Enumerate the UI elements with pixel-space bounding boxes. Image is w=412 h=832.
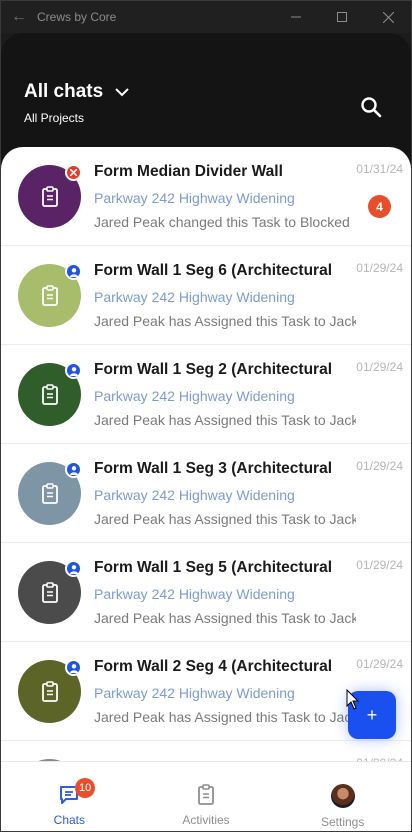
assigned-user-icon xyxy=(65,362,82,379)
clipboard-icon xyxy=(41,581,58,603)
last-message: Jared Peak has Assigned this Task to Jac… xyxy=(94,412,356,428)
assigned-user-icon xyxy=(65,560,82,577)
mouse-cursor-icon xyxy=(346,689,360,710)
chat-title: Form Wall 1 Seg 2 (Architectural xyxy=(94,361,333,378)
chevron-down-icon xyxy=(115,87,129,96)
chat-list-item[interactable]: Form Wall 1 Seg 5 (Architectural Parkway … xyxy=(1,543,411,642)
chat-title: Form Wall 2 Seg 4 (Architectural xyxy=(94,658,333,675)
last-message: Jared Peak has Assigned this Task to Jac… xyxy=(94,511,356,527)
task-avatar xyxy=(18,659,82,723)
chat-title: Form Median Divider Wall xyxy=(94,163,283,180)
chat-date: 01/29/24 xyxy=(356,657,403,671)
tab-activities-label: Activities xyxy=(182,813,230,827)
blocked-status-icon xyxy=(65,164,82,181)
clipboard-icon xyxy=(195,784,217,806)
chat-title: Form Wall 1 Seg 6 (Architectural xyxy=(94,262,333,279)
chat-date: 01/29/24 xyxy=(356,558,403,572)
tab-chats-label: Chats xyxy=(53,813,86,827)
chat-list: Form Median Divider Wall Parkway 242 High… xyxy=(1,147,411,761)
bottom-nav: 10 Chats Activities Settings xyxy=(1,761,411,831)
last-message: Jared Peak has Assigned this Task to Jac… xyxy=(94,313,356,329)
clipboard-icon xyxy=(41,185,58,207)
clipboard-icon xyxy=(41,284,58,306)
chat-list-item[interactable]: Form Wall 1 Seg 2 (Architectural Parkway … xyxy=(1,345,411,444)
last-message: Jared Peak has Assigned this Task to Jac… xyxy=(94,610,356,626)
clipboard-icon xyxy=(41,383,58,405)
chat-date: 01/29/24 xyxy=(356,459,403,473)
project-link[interactable]: Parkway 242 Highway Widening xyxy=(94,190,295,206)
maximize-icon xyxy=(337,12,347,22)
tab-settings[interactable]: Settings xyxy=(274,762,411,831)
project-filter-dropdown[interactable]: All chats xyxy=(24,81,129,103)
tab-chats[interactable]: 10 Chats xyxy=(1,762,138,831)
chat-date: 01/31/24 xyxy=(356,162,403,176)
task-avatar xyxy=(18,362,82,426)
task-avatar xyxy=(18,461,82,525)
project-link[interactable]: Parkway 242 Highway Widening xyxy=(94,586,295,602)
assigned-user-icon xyxy=(65,263,82,280)
title-bar: ← Crews by Core xyxy=(1,1,411,33)
project-link[interactable]: Parkway 242 Highway Widening xyxy=(94,289,295,305)
chat-list-item[interactable]: 01/29/24 xyxy=(1,741,411,761)
assigned-user-icon xyxy=(65,659,82,676)
unread-badge: 4 xyxy=(368,195,391,218)
project-link[interactable]: Parkway 242 Highway Widening xyxy=(94,685,295,701)
clipboard-icon xyxy=(41,482,58,504)
maximize-button[interactable] xyxy=(319,1,365,33)
tab-activities[interactable]: Activities xyxy=(138,762,275,831)
task-avatar xyxy=(18,164,82,228)
tab-settings-label: Settings xyxy=(321,815,365,829)
search-icon[interactable] xyxy=(359,95,383,119)
last-message: Jared Peak changed this Task to Blocked xyxy=(94,214,350,230)
project-link[interactable]: Parkway 242 Highway Widening xyxy=(94,487,295,503)
minimize-button[interactable] xyxy=(273,1,319,33)
chat-list-item[interactable]: Form Wall 1 Seg 3 (Architectural Parkway … xyxy=(1,444,411,543)
chat-list-item[interactable]: Form Wall 1 Seg 6 (Architectural Parkway … xyxy=(1,246,411,345)
chat-title: Form Wall 1 Seg 5 (Architectural xyxy=(94,559,333,576)
close-icon xyxy=(382,11,394,23)
last-message: Jared Peak has Assigned this Task to Jac… xyxy=(94,709,356,725)
chat-date: 01/29/24 xyxy=(356,261,403,275)
window-title: Crews by Core xyxy=(37,10,117,24)
chat-list-item[interactable]: Form Median Divider Wall Parkway 242 High… xyxy=(1,147,411,246)
project-link[interactable]: Parkway 242 Highway Widening xyxy=(94,388,295,404)
clipboard-icon xyxy=(41,680,58,702)
unread-count-badge: 10 xyxy=(75,778,96,798)
back-arrow-icon[interactable]: ← xyxy=(1,1,37,33)
minimize-icon xyxy=(291,16,301,18)
avatar xyxy=(330,784,355,808)
chats-header: All chats All Projects xyxy=(1,33,411,163)
task-avatar xyxy=(18,263,82,327)
page-title: All chats xyxy=(24,81,104,102)
task-avatar xyxy=(18,560,82,624)
project-filter-label: All Projects xyxy=(24,111,85,125)
chat-title: Form Wall 1 Seg 3 (Architectural xyxy=(94,460,333,477)
app-window: ← Crews by Core All chats All Projects F… xyxy=(0,0,412,832)
close-button[interactable] xyxy=(365,1,411,33)
chat-date: 01/29/24 xyxy=(356,360,403,374)
assigned-user-icon xyxy=(65,461,82,478)
